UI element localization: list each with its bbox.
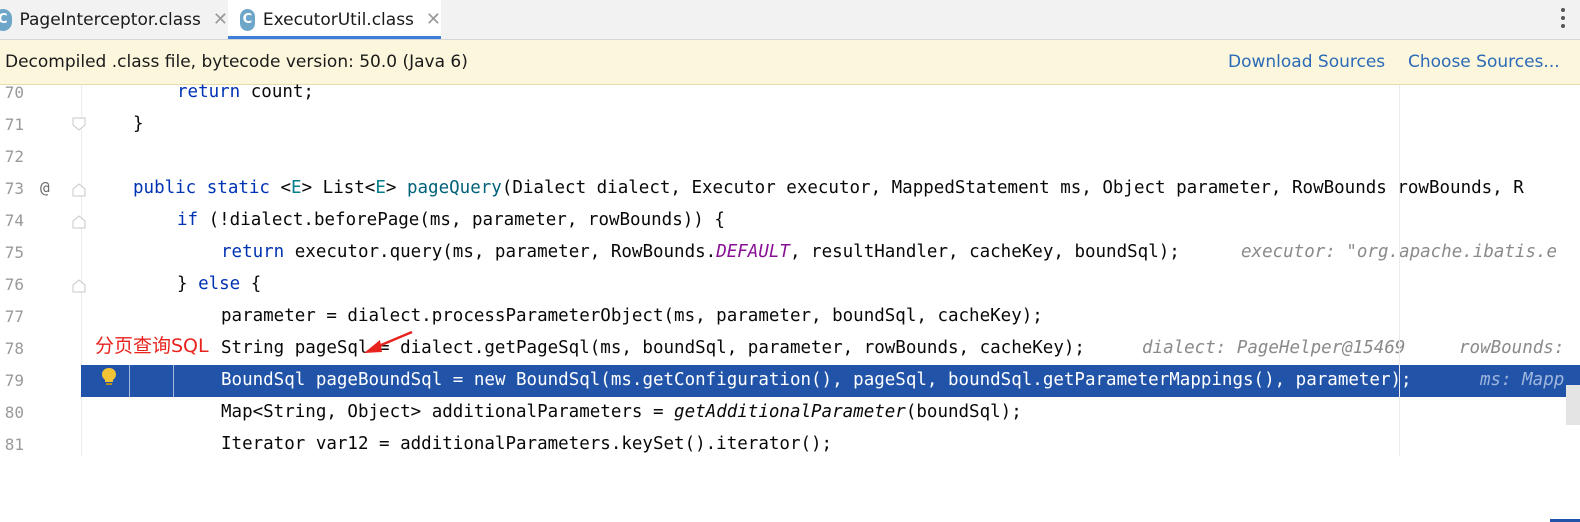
close-icon[interactable]: ✕ — [213, 9, 228, 30]
active-tab-indicator — [228, 36, 441, 39]
code-text: Map<String, Object> additionalParameters… — [221, 402, 1022, 422]
code-line: 73 @ public static <E> List<E> pageQuery… — [0, 173, 1580, 205]
code-line: 81 Iterator var12 = additionalParameters… — [0, 429, 1580, 461]
indent-guide — [173, 365, 174, 397]
fold-start-icon[interactable] — [72, 279, 86, 293]
code-fragment: count; — [240, 82, 314, 102]
annotation-arrow-icon — [364, 330, 413, 353]
code-fragment: BoundSql(ms.getConfiguration(), pageSql,… — [505, 370, 1412, 390]
code-editor[interactable]: 70 return count; 71 } 72 73 @ public sta… — [0, 82, 1580, 522]
code-text: return count; — [177, 82, 314, 102]
class-icon: C — [240, 8, 255, 31]
type-param: E — [375, 178, 386, 198]
fold-start-icon[interactable] — [72, 215, 86, 229]
fold-start-icon[interactable] — [72, 183, 86, 197]
tab-label: PageInterceptor.class — [19, 9, 201, 30]
code-line: 72 — [0, 141, 1580, 173]
code-text: Iterator var12 = additionalParameters.ke… — [221, 434, 833, 454]
line-number: 75 — [4, 243, 24, 262]
keyword: return — [177, 82, 241, 102]
line-number: 72 — [4, 147, 24, 166]
tab-executor-util[interactable]: C ExecutorUtil.class ✕ — [228, 0, 441, 39]
keyword: new — [473, 370, 506, 390]
inline-debug-hint: dialect: PageHelper@15469 — [1142, 338, 1406, 358]
code-fragment: , resultHandler, cacheKey, boundSql); — [789, 242, 1180, 262]
code-line-highlighted: 79 BoundSql pageBoundSql = new BoundSql(… — [0, 365, 1580, 397]
code-fragment: > — [385, 178, 407, 198]
line-number: 77 — [4, 307, 24, 326]
code-text: return executor.query(ms, parameter, Row… — [221, 242, 1180, 262]
line-number: 81 — [4, 435, 24, 454]
line-number: 78 — [4, 339, 24, 358]
inline-debug-hint: ms: Mapp — [1480, 370, 1565, 390]
method-name: pageQuery — [406, 178, 502, 198]
more-options-icon[interactable] — [1560, 8, 1566, 28]
code-fragment: (boundSql); — [905, 402, 1022, 422]
keyword: if — [177, 210, 199, 230]
static-field: DEFAULT — [716, 242, 790, 262]
code-fragment: { — [240, 274, 262, 294]
tab-page-interceptor[interactable]: C PageInterceptor.class ✕ — [0, 0, 228, 39]
code-text: } else { — [177, 274, 261, 294]
line-number: 74 — [4, 211, 24, 230]
code-fragment: (!dialect.beforePage(ms, parameter, rowB… — [198, 210, 725, 230]
code-text: BoundSql pageBoundSql = new BoundSql(ms.… — [221, 370, 1412, 390]
code-fragment: < — [269, 178, 292, 198]
vertical-scrollbar-thumb[interactable] — [1566, 385, 1580, 425]
code-fragment: } — [177, 274, 199, 294]
code-line: 75 return executor.query(ms, parameter, … — [0, 237, 1580, 269]
right-margin-guide — [1399, 85, 1400, 456]
code-line: 70 return count; — [0, 77, 1580, 109]
code-fragment: Map<String, Object> additionalParameters… — [221, 402, 675, 422]
download-sources-link[interactable]: Download Sources — [1228, 52, 1385, 72]
code-text: String pageSql = dialect.getPageSql(ms, … — [221, 338, 1085, 358]
code-fragment: > List< — [301, 178, 376, 198]
keyword: return — [221, 242, 285, 262]
line-number: 73 — [4, 179, 24, 198]
code-line: 80 Map<String, Object> additionalParamet… — [0, 397, 1580, 429]
code-line: 77 parameter = dialect.processParameterO… — [0, 301, 1580, 333]
code-text: } — [133, 114, 144, 134]
indent-guide — [129, 365, 130, 397]
choose-sources-link[interactable]: Choose Sources... — [1408, 52, 1560, 72]
inline-debug-hint: rowBounds: — [1459, 338, 1565, 358]
code-text: public static <E> List<E> pageQuery(Dial… — [133, 178, 1524, 198]
notice-message: Decompiled .class file, bytecode version… — [5, 52, 468, 72]
class-icon: C — [0, 8, 12, 31]
line-number: 76 — [4, 275, 24, 294]
code-fragment: BoundSql pageBoundSql = — [221, 370, 474, 390]
line-number: 71 — [4, 115, 24, 134]
override-marker-icon[interactable]: @ — [40, 178, 50, 197]
code-line: 78 String pageSql = dialect.getPageSql(m… — [0, 333, 1580, 365]
line-number: 79 — [4, 371, 24, 390]
keyword: else — [198, 274, 241, 294]
editor-tab-bar: C PageInterceptor.class ✕ C ExecutorUtil… — [0, 0, 1580, 40]
close-icon[interactable]: ✕ — [426, 9, 441, 30]
code-line: 71 } — [0, 109, 1580, 141]
tab-label: ExecutorUtil.class — [262, 9, 414, 30]
code-line: 74 if (!dialect.beforePage(ms, parameter… — [0, 205, 1580, 237]
type-param: E — [291, 178, 302, 198]
lightbulb-icon[interactable] — [101, 367, 117, 387]
code-text: parameter = dialect.processParameterObje… — [221, 306, 1043, 326]
code-text: if (!dialect.beforePage(ms, parameter, r… — [177, 210, 725, 230]
line-number: 70 — [4, 83, 24, 102]
fold-end-icon[interactable] — [72, 117, 86, 131]
keyword: public static — [133, 178, 270, 198]
code-line: 76 } else { — [0, 269, 1580, 301]
code-fragment: executor.query(ms, parameter, RowBounds. — [284, 242, 717, 262]
line-number: 80 — [4, 403, 24, 422]
code-fragment: (Dialect dialect, Executor executor, Map… — [501, 178, 1524, 198]
method-call: getAdditionalParameter — [674, 402, 906, 422]
annotation-label: 分页查询SQL — [95, 335, 209, 357]
